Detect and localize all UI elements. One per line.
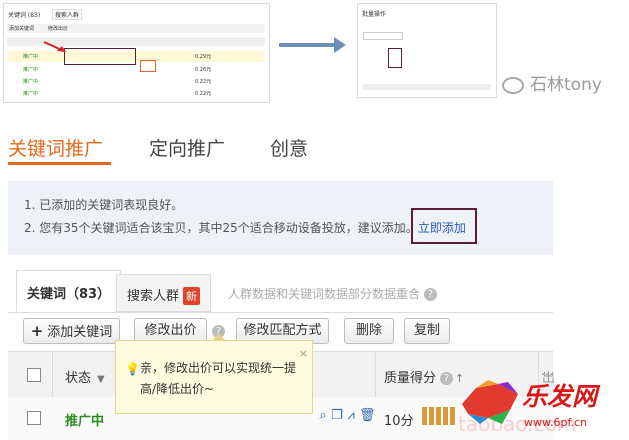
thumb-row-price: 0.22元 <box>195 79 212 85</box>
data-overlap-tip: 人群数据和关键词数据部分数据重合? <box>228 285 438 302</box>
site-logo: taobao.com 乐发网 www.6pf.cn <box>458 372 629 440</box>
bull-logo-icon <box>462 380 518 424</box>
tab-targeted-promotion[interactable]: 定向推广 <box>149 134 225 161</box>
help-icon[interactable]: ? <box>424 288 438 301</box>
thumb-row-price: 0.29元 <box>195 54 212 60</box>
keyword-list-thumbnail: 关键词 (83) 搜索人群 添加关键词 修改出价 推广中 0.29元 推广中 0… <box>3 3 270 103</box>
trash-icon[interactable]: 🗑 <box>359 409 376 423</box>
watermark-text: 石林tony <box>530 75 602 95</box>
column-quality-label: 质量得分 <box>384 371 437 386</box>
thumb-row-price: 0.26元 <box>195 67 212 73</box>
thumb-row-2: 推广中 0.26元 <box>7 64 265 74</box>
row-checkbox[interactable] <box>27 411 41 425</box>
wechat-icon <box>502 76 524 94</box>
flow-arrow-shaft <box>279 43 337 47</box>
column-status[interactable]: 状态 ▼ <box>65 367 105 386</box>
thumb-row-status: 推广中 <box>23 67 39 73</box>
suggestion-line-2-text: 2. 您有35个关键词适合该宝贝，其中25个适合移动设备投放，建议添加。 <box>24 221 418 235</box>
thumb-row-status: 推广中 <box>23 91 39 97</box>
data-overlap-tip-text: 人群数据和关键词数据部分数据重合 <box>228 287 421 301</box>
logo-url-text: www.6pf.cn <box>524 416 588 429</box>
plus-icon: + <box>30 322 44 340</box>
quality-bar-icon <box>422 407 456 425</box>
thumb-row-status: 推广中 <box>23 79 39 85</box>
add-keyword-button[interactable]: + 添加关键词 <box>23 318 120 344</box>
watermark: 石林tony <box>502 70 602 95</box>
logo-main-text: 乐发网 <box>522 382 598 411</box>
thumb-row-4: 推广中 0.22元 <box>7 88 265 98</box>
add-now-highlight-box <box>411 208 477 244</box>
column-quality[interactable]: 质量得分? ↑ <box>384 367 464 386</box>
sort-down-icon: ▼ <box>97 374 105 385</box>
bid-tooltip: 💡 × 亲，修改出价可以实现统一提高/降低出价~ <box>115 340 313 414</box>
thumb-row-status: 推广中 <box>23 54 39 60</box>
lightbulb-icon: 💡 <box>125 362 140 376</box>
tab-keywords[interactable]: 关键词（83） <box>16 270 122 312</box>
tab-search-crowd-label: 搜索人群 <box>127 289 180 304</box>
thumb-row-price: 0.22元 <box>195 91 212 97</box>
thumb-button-add: 添加关键词 <box>9 26 35 32</box>
search-icon[interactable]: ⌕ <box>316 409 330 423</box>
column-status-label: 状态 <box>65 371 92 386</box>
delete-button[interactable]: 删除 <box>344 318 394 344</box>
batch-dialog-thumbnail: 批量操作 <box>357 3 497 98</box>
row-status: 推广中 <box>65 414 105 429</box>
thumb-highlight-box <box>64 48 136 65</box>
thumb-row-3: 推广中 0.22元 <box>7 76 265 86</box>
column-divider <box>375 352 376 398</box>
copy-icon[interactable]: ❐ <box>330 409 344 423</box>
tab-keyword-promotion[interactable]: 关键词推广 <box>8 134 103 161</box>
thumb-highlight-box-small <box>140 60 156 72</box>
thumb-tab-keywords: 关键词 (83) <box>8 12 41 19</box>
tab-search-crowd[interactable]: 搜索人群新 <box>116 274 212 312</box>
chart-icon[interactable]: ⩘ <box>344 409 358 423</box>
copy-button[interactable]: 复制 <box>404 318 450 344</box>
quality-help-icon[interactable]: ? <box>440 372 454 385</box>
main-tabs: 关键词推广 定向推广 创意 <box>0 128 629 168</box>
tooltip-close-icon[interactable]: × <box>299 343 308 364</box>
thumb-dialog-title: 批量操作 <box>362 11 387 18</box>
flow-arrow-icon <box>334 37 346 53</box>
thumb-toolbar <box>7 24 265 33</box>
suggestion-line-1: 1. 已添加的关键词表现良好。 <box>24 198 184 212</box>
thumb-dialog-input <box>363 32 403 40</box>
add-keyword-label: 添加关键词 <box>47 325 113 340</box>
new-badge: 新 <box>183 287 201 305</box>
row-quality-score: 10分 <box>384 414 414 429</box>
thumb-tab-crowd: 搜索人群 <box>52 9 83 20</box>
active-tab-underline <box>8 162 111 165</box>
suggestion-line-2: 2. 您有35个关键词适合该宝贝，其中25个适合移动设备投放，建议添加。立即添加 <box>24 219 466 236</box>
thumb-red-arrow-icon <box>43 41 66 52</box>
thumb-dialog-footer <box>363 84 491 90</box>
select-all-checkbox[interactable] <box>27 368 41 382</box>
tab-creative[interactable]: 创意 <box>270 134 308 161</box>
tooltip-text: 亲，修改出价可以实现统一提高/降低出价~ <box>140 361 297 396</box>
column-divider <box>52 352 53 398</box>
thumb-button-bid: 修改出价 <box>48 26 69 32</box>
thumb-dialog-highlight-box <box>388 48 402 68</box>
